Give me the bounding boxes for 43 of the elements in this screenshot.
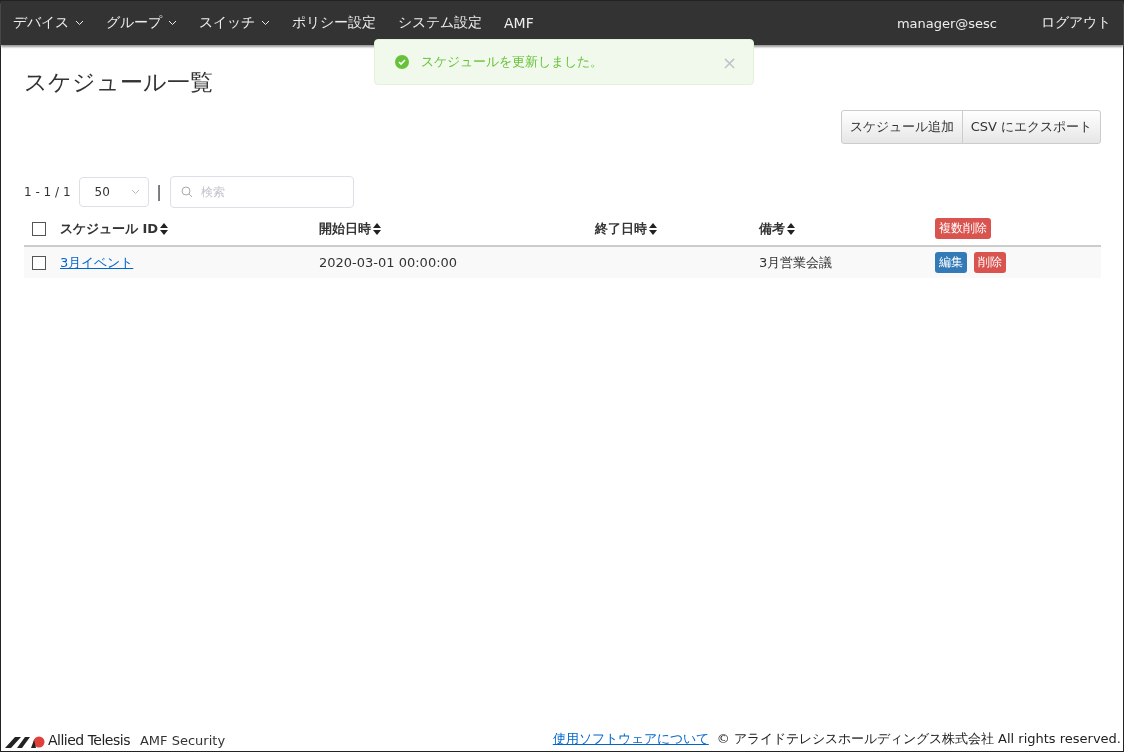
sort-icon[interactable] [373, 222, 381, 235]
page-title: スケジュール一覧 [24, 68, 214, 97]
bulk-delete-button[interactable]: 複数削除 [935, 218, 991, 239]
delete-button[interactable]: 削除 [974, 252, 1006, 273]
add-button[interactable]: スケジュール追加 [840, 110, 963, 144]
search-field[interactable]: 検索 [169, 176, 354, 208]
column-header: 終了日時 [595, 219, 647, 238]
copyright: © アライドテレシスホールディングス株式会社 All rights reserved. [716, 730, 1121, 748]
export-button[interactable]: CSV にエクスポート [961, 110, 1101, 144]
edit-button[interactable]: 編集 [935, 252, 967, 273]
sort-icon[interactable] [787, 222, 795, 235]
logout-link[interactable]: ログアウト [1041, 14, 1111, 32]
select-all-checkbox[interactable] [32, 221, 46, 236]
sort-icon[interactable] [649, 222, 657, 235]
column-header: スケジュール ID [60, 219, 159, 238]
logo-icon [5, 736, 45, 748]
column-header: 開始日時 [319, 219, 371, 238]
nav-menu-item[interactable]: ポリシー設定 [292, 14, 376, 32]
sort-icon[interactable] [160, 222, 169, 235]
nav-menu-item[interactable]: デバイス [13, 14, 84, 32]
software-link[interactable]: 使用ソフトウェアについて [552, 730, 709, 748]
page-range: 1 - 1 / 1 [24, 185, 71, 199]
brand-name: Allied Telesis [48, 732, 130, 748]
search-icon [180, 186, 193, 198]
chevron-icon [168, 20, 177, 26]
toast-message: スケジュールを更新しました。 [421, 53, 603, 71]
nav-menu-item[interactable]: グループ [106, 14, 177, 32]
column-header: 備考 [759, 219, 785, 238]
table-cell-text: 3月営業会議 [759, 253, 834, 272]
separator: | [156, 183, 162, 201]
chevron-icon [261, 20, 270, 26]
user-name: manager@sesc [896, 15, 997, 31]
page-size-select[interactable]: 50 [78, 177, 149, 207]
chevron-icon [75, 20, 84, 26]
row-checkbox[interactable] [32, 255, 46, 270]
nav-menu-item[interactable]: AMF [504, 15, 534, 31]
schedule-link[interactable]: 3月イベント [60, 254, 134, 270]
nav-menu-item[interactable]: スイッチ [199, 14, 270, 32]
nav-menu-item[interactable]: システム設定 [398, 14, 482, 32]
product-name: AMF Security [139, 733, 226, 748]
table-cell-text: 2020-03-01 00:00:00 [319, 255, 459, 270]
chevron-icon [130, 189, 140, 195]
success-icon [395, 55, 409, 69]
